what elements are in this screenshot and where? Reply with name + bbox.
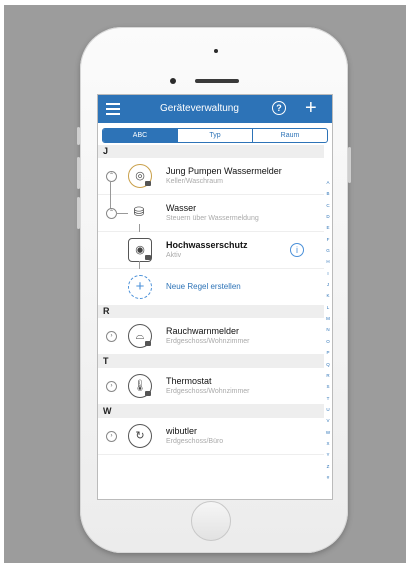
new-rule-link[interactable]: Neue Regel erstellen [166, 282, 241, 291]
index-letter[interactable]: I [327, 271, 328, 276]
mute-switch [77, 127, 80, 145]
help-icon[interactable]: ? [272, 101, 286, 115]
lock-icon [145, 255, 151, 260]
volume-up-button [77, 157, 80, 189]
new-rule-row[interactable]: + Neue Regel erstellen [98, 261, 324, 305]
info-icon[interactable]: i [290, 243, 304, 257]
menu-icon[interactable] [106, 103, 120, 115]
index-letter[interactable]: M [326, 316, 330, 321]
tab-typ[interactable]: Typ [177, 129, 252, 142]
index-letter[interactable]: S [326, 384, 329, 389]
index-letter[interactable]: P [326, 350, 329, 355]
item-name: Rauchwarnmelder [166, 326, 240, 336]
expand-icon[interactable]: › [106, 331, 117, 342]
item-status: Aktiv [166, 252, 182, 259]
index-letter[interactable]: Y [326, 452, 329, 457]
item-location: Erdgeschoss/Büro [166, 438, 224, 445]
home-button[interactable] [191, 501, 231, 541]
section-header-t: T [98, 355, 324, 368]
item-name: wibutler [166, 426, 198, 436]
list-item[interactable]: ⌃ ⛁ Wasser Steuern über Wassermeldung [98, 181, 324, 232]
item-location: Erdgeschoss/Wohnzimmer [166, 388, 250, 395]
index-letter[interactable]: E [326, 225, 329, 230]
item-name: Thermostat [166, 376, 212, 386]
sensor-dot [214, 49, 218, 53]
item-name: Jung Pumpen Wassermelder [166, 166, 282, 176]
index-letter[interactable]: O [326, 339, 330, 344]
index-letter[interactable]: G [326, 248, 330, 253]
item-location: Steuern über Wassermeldung [166, 215, 259, 222]
expand-icon[interactable]: › [106, 381, 117, 392]
list-item[interactable]: › ↻ wibutler Erdgeschoss/Büro [98, 418, 324, 455]
background-canvas: Geräteverwaltung ? + ABC Typ Raum J ⌃ ◎ … [4, 5, 406, 563]
tree-connector [110, 181, 111, 209]
lock-icon [145, 341, 151, 346]
list-item[interactable]: › 🌡 Thermostat Erdgeschoss/Wohnzimmer [98, 368, 324, 405]
index-letter[interactable]: Q [326, 362, 330, 367]
index-letter[interactable]: # [327, 475, 330, 480]
item-name: Wasser [166, 203, 197, 213]
section-header-r: R [98, 305, 324, 318]
list-item[interactable]: ⌃ ◎ Jung Pumpen Wassermelder Keller/Wasc… [98, 158, 324, 195]
tree-connector [139, 224, 140, 232]
tab-abc[interactable]: ABC [103, 129, 177, 142]
section-header-j: J [98, 145, 324, 158]
collapse-icon[interactable]: ⌃ [106, 171, 117, 182]
front-camera [170, 78, 176, 84]
phone-frame: Geräteverwaltung ? + ABC Typ Raum J ⌃ ◎ … [77, 27, 351, 553]
index-letter[interactable]: U [326, 407, 329, 412]
earpiece-speaker [195, 79, 239, 83]
list-item[interactable]: › ⌓ Rauchwarnmelder Erdgeschoss/Wohnzimm… [98, 318, 324, 355]
index-letter[interactable]: L [327, 305, 330, 310]
tree-connector [139, 261, 140, 269]
index-letter[interactable]: V [326, 418, 329, 423]
index-letter[interactable]: A [326, 180, 329, 185]
alphabet-index: A B C D E F G H I J K L M N O P Q R S T U V W X Y Z # [324, 180, 332, 480]
index-letter[interactable]: T [327, 396, 330, 401]
list-item[interactable]: ◉ Hochwasserschutz Aktiv i [98, 224, 324, 269]
top-bar: Geräteverwaltung ? + [98, 95, 332, 123]
page-title: Geräteverwaltung [160, 103, 239, 114]
tree-connector [116, 213, 128, 214]
index-letter[interactable]: N [326, 327, 329, 332]
index-letter[interactable]: W [326, 430, 330, 435]
lock-icon [145, 181, 151, 186]
add-rule-icon[interactable]: + [128, 275, 152, 299]
water-valve-icon: ⛁ [128, 201, 150, 223]
lock-icon [145, 391, 151, 396]
index-letter[interactable]: C [326, 203, 329, 208]
index-letter[interactable]: R [326, 373, 329, 378]
volume-down-button [77, 197, 80, 229]
tab-raum[interactable]: Raum [252, 129, 327, 142]
index-letter[interactable]: X [326, 441, 329, 446]
index-letter[interactable]: H [326, 259, 329, 264]
power-button [348, 147, 351, 183]
index-letter[interactable]: F [327, 237, 330, 242]
index-letter[interactable]: K [326, 293, 329, 298]
app-screen: Geräteverwaltung ? + ABC Typ Raum J ⌃ ◎ … [97, 94, 333, 500]
index-letter[interactable]: Z [327, 464, 330, 469]
device-list: J ⌃ ◎ Jung Pumpen Wassermelder Keller/Wa… [98, 145, 324, 455]
item-name: Hochwasserschutz [166, 240, 248, 250]
wibutler-icon: ↻ [128, 424, 152, 448]
index-letter[interactable]: B [326, 191, 329, 196]
sort-segmented-control: ABC Typ Raum [102, 128, 328, 143]
item-location: Erdgeschoss/Wohnzimmer [166, 338, 250, 345]
index-letter[interactable]: D [326, 214, 329, 219]
item-location: Keller/Waschraum [166, 178, 223, 185]
add-icon[interactable]: + [305, 97, 317, 119]
expand-icon[interactable]: › [106, 431, 117, 442]
section-header-w: W [98, 405, 324, 418]
index-letter[interactable]: J [327, 282, 329, 287]
